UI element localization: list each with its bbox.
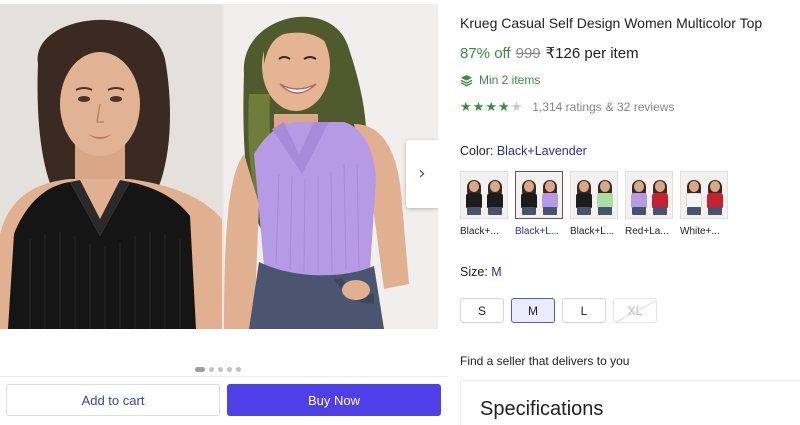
current-price: ₹126 per item bbox=[545, 45, 639, 62]
rating-row[interactable]: ★ ★ ★ ★ ★ 1,314 ratings & 32 reviews bbox=[460, 100, 674, 114]
color-swatch-label: White+... bbox=[680, 226, 720, 237]
buy-now-button[interactable]: Buy Now bbox=[227, 384, 441, 416]
color-label: Color: bbox=[460, 144, 494, 158]
color-swatch-label: Black+L... bbox=[570, 226, 615, 237]
pagination-dot[interactable] bbox=[236, 367, 241, 372]
color-swatches: Black+... Black+L... Black+L... Red+La... Wh… bbox=[460, 171, 728, 237]
color-selector-heading: Color: Black+Lavender bbox=[460, 144, 587, 158]
color-swatch[interactable]: Black+... bbox=[460, 171, 508, 237]
star-rating: ★ ★ ★ ★ ★ bbox=[460, 101, 522, 114]
color-swatch[interactable]: Black+L... bbox=[515, 171, 563, 237]
swatch-model-figure bbox=[574, 180, 593, 215]
color-swatch-label: Black+L... bbox=[515, 226, 560, 237]
color-swatch-image[interactable] bbox=[515, 171, 563, 219]
color-swatch-image[interactable] bbox=[680, 171, 728, 219]
color-swatch-image[interactable] bbox=[625, 171, 673, 219]
next-image-button[interactable]: › bbox=[406, 140, 438, 208]
swatch-model-figure bbox=[650, 180, 669, 215]
discount-percent: 87% off bbox=[460, 45, 511, 62]
swatch-model-figure bbox=[684, 180, 703, 215]
color-swatch[interactable]: Black+L... bbox=[570, 171, 618, 237]
pagination-dot[interactable] bbox=[209, 367, 214, 372]
add-to-cart-button[interactable]: Add to cart bbox=[6, 384, 220, 416]
selected-size: M bbox=[491, 265, 502, 279]
swatch-model-figure bbox=[629, 180, 648, 215]
specifications-heading[interactable]: Specifications bbox=[480, 398, 603, 421]
swatch-model-figure bbox=[540, 180, 559, 215]
star-filled-icon: ★ bbox=[460, 99, 472, 115]
star-filled-icon: ★ bbox=[472, 99, 485, 115]
color-swatch-label: Black+... bbox=[460, 226, 499, 237]
size-option-l[interactable]: L bbox=[562, 298, 606, 323]
size-options: S M L XL bbox=[460, 298, 657, 323]
color-swatch[interactable]: White+... bbox=[680, 171, 728, 237]
layers-icon bbox=[460, 74, 473, 86]
color-swatch-image[interactable] bbox=[460, 171, 508, 219]
swatch-model-figure bbox=[595, 180, 614, 215]
size-option-s[interactable]: S bbox=[460, 298, 504, 323]
size-option-m[interactable]: M bbox=[511, 298, 555, 323]
min-quantity-row: Min 2 items bbox=[460, 73, 540, 87]
size-selector-heading: Size: M bbox=[460, 265, 502, 279]
product-image-black-top[interactable] bbox=[0, 4, 222, 329]
pagination-dot[interactable] bbox=[218, 367, 223, 372]
reviews-count: & 32 reviews bbox=[605, 100, 675, 114]
ratings-count: 1,314 ratings bbox=[532, 100, 602, 114]
action-divider bbox=[0, 376, 448, 377]
product-image-gallery[interactable]: › bbox=[0, 4, 438, 329]
size-label: Size: bbox=[460, 265, 488, 279]
chevron-right-icon: › bbox=[418, 163, 426, 184]
star-filled-icon: ★ bbox=[497, 99, 510, 115]
color-swatch-label: Red+La... bbox=[625, 226, 669, 237]
swatch-model-figure bbox=[464, 180, 483, 215]
size-option-xl: XL bbox=[613, 298, 657, 323]
min-quantity-text: Min 2 items bbox=[479, 73, 541, 87]
product-title: Krueg Casual Self Design Women Multicolo… bbox=[460, 15, 763, 31]
swatch-model-figure bbox=[705, 180, 724, 215]
pagination-dot[interactable] bbox=[227, 367, 232, 372]
original-price: 999 bbox=[515, 45, 541, 62]
star-filled-icon: ★ bbox=[485, 99, 497, 115]
swatch-model-figure bbox=[485, 180, 504, 215]
pagination-dot-active[interactable] bbox=[195, 367, 205, 372]
seller-prompt[interactable]: Find a seller that delivers to you bbox=[460, 354, 629, 368]
swatch-model-figure bbox=[519, 180, 538, 215]
star-empty-icon: ★ bbox=[510, 99, 523, 115]
selected-color: Black+Lavender bbox=[496, 144, 587, 158]
gallery-pagination-dots bbox=[195, 367, 241, 372]
color-swatch[interactable]: Red+La... bbox=[625, 171, 673, 237]
color-swatch-image[interactable] bbox=[570, 171, 618, 219]
price-row: 87% off 999 ₹126 per item bbox=[460, 44, 639, 62]
